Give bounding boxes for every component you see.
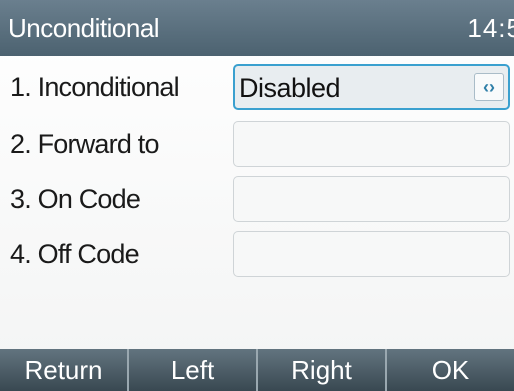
clock: 14:5 [467,13,514,43]
unconditional-select[interactable]: Disabled ‹› [233,64,510,110]
unconditional-value: Disabled [239,73,341,103]
left-softkey[interactable]: Left [129,349,258,391]
unconditional-label: 1. Inconditional [10,72,180,102]
left-right-arrows-icon[interactable]: ‹› [474,73,504,101]
forward-to-row[interactable]: 2. Forward to [0,121,514,171]
off-code-label: 4. Off Code [10,239,140,269]
on-code-row[interactable]: 3. On Code [0,176,514,226]
forward-to-label: 2. Forward to [10,129,159,159]
phone-screen: Unconditional 14:5 1. Inconditional Disa… [0,0,514,391]
page-title: Unconditional [8,13,160,43]
off-code-field[interactable] [233,231,510,277]
return-softkey[interactable]: Return [0,349,129,391]
off-code-row[interactable]: 4. Off Code [0,231,514,281]
unconditional-row[interactable]: 1. Inconditional Disabled ‹› [0,64,514,114]
right-softkey[interactable]: Right [258,349,387,391]
forward-to-field[interactable] [233,121,510,167]
softkey-bar: Return Left Right OK [0,349,514,391]
title-bar: Unconditional 14:5 [0,0,514,56]
ok-softkey[interactable]: OK [387,349,514,391]
on-code-field[interactable] [233,176,510,222]
on-code-label: 3. On Code [10,184,141,214]
